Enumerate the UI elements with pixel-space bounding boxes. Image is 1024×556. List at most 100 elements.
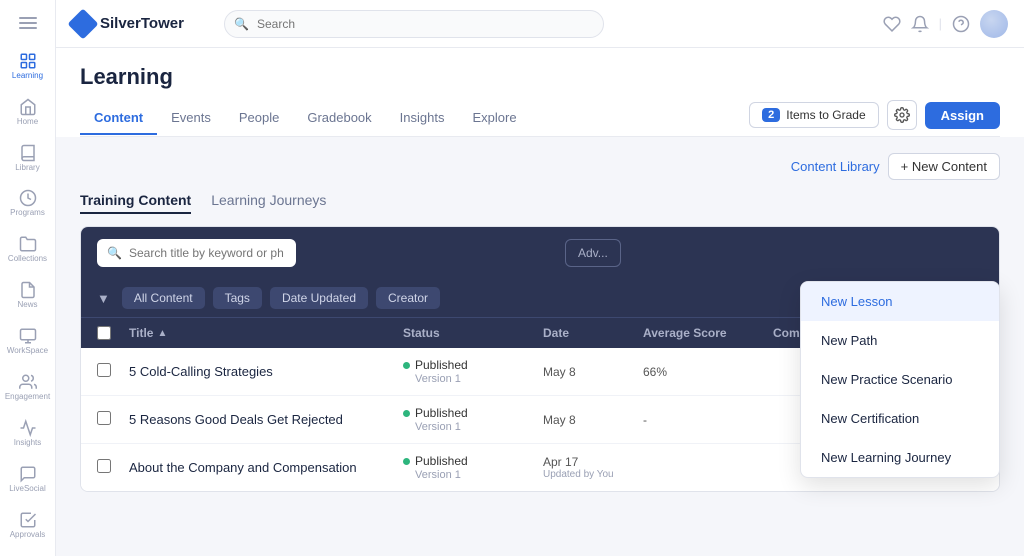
table-search-bar: 🔍 Adv... (81, 227, 999, 279)
sidebar-item-label: Engagement (5, 393, 50, 402)
col-avg-score: Average Score (643, 326, 773, 340)
sidebar-item-workspace[interactable]: WorkSpace (6, 320, 50, 364)
status-dot (403, 362, 410, 369)
tab-explore[interactable]: Explore (458, 102, 530, 135)
status-label: Published (415, 454, 468, 468)
filter-icon: ▼ (97, 291, 110, 306)
version-label: Version 1 (415, 373, 543, 385)
sidebar-item-collections[interactable]: Collections (6, 228, 50, 272)
tab-insights[interactable]: Insights (386, 102, 459, 135)
status-dot (403, 410, 410, 417)
content-top-row: Content Library + New Content (80, 153, 1000, 180)
logo-icon (67, 8, 98, 39)
table-search-input[interactable] (97, 239, 296, 267)
score-cell: 66% (643, 365, 773, 379)
status-label: Published (415, 406, 468, 420)
row-checkbox[interactable] (97, 459, 111, 473)
filter-creator[interactable]: Creator (376, 287, 440, 309)
row-checkbox[interactable] (97, 411, 111, 425)
tab-events[interactable]: Events (157, 102, 225, 135)
col-status: Status (403, 326, 543, 340)
dropdown-new-certification[interactable]: New Certification (801, 399, 999, 438)
dropdown-new-lesson[interactable]: New Lesson (801, 282, 999, 321)
status-badge: Published Version 1 (403, 406, 543, 433)
sidebar-item-learning[interactable]: Learning (6, 44, 50, 88)
sidebar-item-label: Home (17, 118, 38, 127)
heart-icon[interactable] (883, 15, 901, 33)
sidebar-item-programs[interactable]: Programs (6, 182, 50, 226)
adv-label: Adv... (578, 246, 608, 260)
sidebar-item-library[interactable]: Library (6, 136, 50, 180)
filter-all-content[interactable]: All Content (122, 287, 205, 309)
subtabs: Training Content Learning Journeys (80, 192, 1000, 214)
date-cell: Apr 17 Updated by You (543, 455, 643, 480)
row-title: About the Company and Compensation (129, 460, 357, 475)
date-cell: May 8 (543, 413, 643, 427)
search-icon: 🔍 (234, 17, 249, 31)
bell-icon[interactable] (911, 15, 929, 33)
new-content-button[interactable]: + New Content (888, 153, 1000, 180)
table-search-wrap: 🔍 (97, 239, 557, 267)
tab-gradebook[interactable]: Gradebook (293, 102, 385, 135)
new-content-label: + New Content (901, 159, 987, 174)
status-badge: Published Version 1 (403, 454, 543, 481)
help-icon[interactable] (952, 15, 970, 33)
dropdown-new-path[interactable]: New Path (801, 321, 999, 360)
content-area: Content Library + New Content Training C… (56, 137, 1024, 556)
dropdown-new-practice[interactable]: New Practice Scenario (801, 360, 999, 399)
sidebar-item-home[interactable]: Home (6, 90, 50, 134)
logo-area: SilverTower (72, 13, 212, 35)
subtab-journeys[interactable]: Learning Journeys (211, 192, 326, 214)
avatar[interactable] (980, 10, 1008, 38)
sidebar-item-livesocial[interactable]: LiveSocial (6, 457, 50, 501)
assign-button[interactable]: Assign (925, 102, 1000, 129)
sort-arrow: ▲ (157, 328, 167, 339)
sidebar-item-label: Insights (14, 439, 42, 448)
status-badge: Published Version 1 (403, 358, 543, 385)
score-cell: - (643, 413, 773, 427)
dropdown-new-journey[interactable]: New Learning Journey (801, 438, 999, 477)
subtab-training[interactable]: Training Content (80, 192, 191, 214)
hamburger-menu[interactable] (6, 8, 50, 37)
row-checkbox[interactable] (97, 363, 111, 377)
sidebar-item-label: WorkSpace (7, 347, 48, 356)
main-content: SilverTower 🔍 | Learning Content Events … (56, 0, 1024, 556)
tab-actions: 2 Items to Grade Assign (749, 100, 1000, 136)
topnav-actions: | (883, 10, 1008, 38)
items-grade-label: Items to Grade (786, 108, 865, 122)
sidebar-item-label: Collections (8, 255, 47, 264)
status-dot (403, 458, 410, 465)
items-to-grade-button[interactable]: 2 Items to Grade (749, 102, 879, 128)
content-library-link[interactable]: Content Library (791, 159, 880, 174)
gear-icon (894, 107, 910, 123)
sidebar-item-insights[interactable]: Insights (6, 411, 50, 455)
sidebar-item-label: Library (15, 164, 39, 173)
select-all-checkbox[interactable] (97, 326, 111, 340)
table-search-icon: 🔍 (107, 246, 122, 260)
search-input[interactable] (224, 10, 604, 38)
filter-tags[interactable]: Tags (213, 287, 262, 309)
new-content-dropdown: New Lesson New Path New Practice Scenari… (800, 281, 1000, 478)
sidebar-item-approvals[interactable]: Approvals (6, 503, 50, 547)
global-search: 🔍 (224, 10, 604, 38)
sidebar-item-news[interactable]: News (6, 274, 50, 318)
sidebar: Learning Home Library Programs Collectio… (0, 0, 56, 556)
version-label: Version 1 (415, 421, 543, 433)
sidebar-item-label: LiveSocial (9, 485, 45, 494)
tab-content[interactable]: Content (80, 102, 157, 135)
row-title: 5 Reasons Good Deals Get Rejected (129, 412, 343, 427)
sidebar-item-label: News (17, 301, 37, 310)
row-title: 5 Cold-Calling Strategies (129, 364, 273, 379)
tabs-row: Content Events People Gradebook Insights… (80, 100, 1000, 137)
status-label: Published (415, 358, 468, 372)
top-navigation: SilverTower 🔍 | (56, 0, 1024, 48)
sidebar-item-label: Learning (12, 72, 43, 81)
tab-people[interactable]: People (225, 102, 293, 135)
col-date: Date (543, 326, 643, 340)
filter-date-updated[interactable]: Date Updated (270, 287, 368, 309)
version-label: Version 1 (415, 469, 543, 481)
sidebar-item-engagement[interactable]: Engagement (6, 365, 50, 409)
settings-button[interactable] (887, 100, 917, 130)
advanced-search-button[interactable]: Adv... (565, 239, 621, 267)
page-header: Learning Content Events People Gradebook… (56, 48, 1024, 137)
